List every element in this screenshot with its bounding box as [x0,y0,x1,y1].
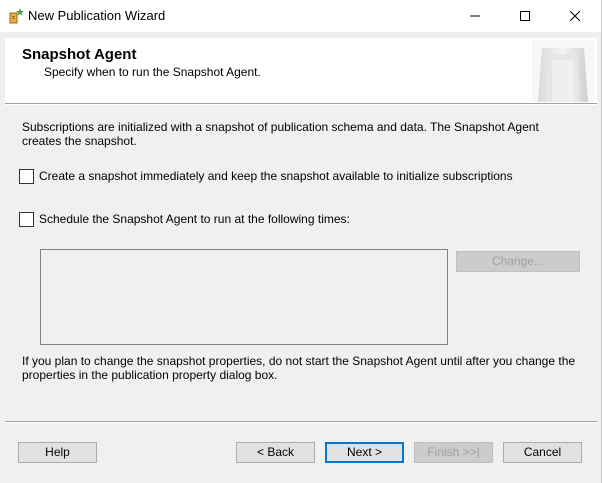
schedule-checkbox[interactable] [19,212,34,227]
back-button[interactable]: < Back [236,442,315,463]
minimize-button[interactable] [452,0,498,32]
help-button[interactable]: Help [18,442,97,463]
wizard-header: Snapshot Agent Specify when to run the S… [5,38,597,103]
finish-button[interactable]: Finish >>| [414,442,493,463]
footer-divider-highlight [5,422,597,423]
cancel-button[interactable]: Cancel [503,442,582,463]
page-subtitle: Specify when to run the Snapshot Agent. [44,65,261,79]
maximize-icon [520,11,530,21]
window-title: New Publication Wizard [28,8,166,23]
header-divider-highlight [5,104,597,105]
title-bar: New Publication Wizard [0,0,602,32]
maximize-button[interactable] [502,0,548,32]
note-text: If you plan to change the snapshot prope… [22,354,576,382]
wizard-app-icon [8,7,26,25]
page-title: Snapshot Agent [22,46,137,63]
next-button[interactable]: Next > [325,442,404,463]
close-icon [570,11,580,21]
create-snapshot-checkbox[interactable] [19,169,34,184]
change-schedule-button[interactable]: Change... [456,251,580,272]
description-text: Subscriptions are initialized with a sna… [22,120,539,148]
schedule-description-box [40,249,448,345]
create-snapshot-label[interactable]: Create a snapshot immediately and keep t… [39,169,513,183]
minimize-icon [470,15,480,17]
schedule-label[interactable]: Schedule the Snapshot Agent to run at th… [39,212,350,226]
close-button[interactable] [552,0,598,32]
wizard-banner-icon [532,40,594,102]
